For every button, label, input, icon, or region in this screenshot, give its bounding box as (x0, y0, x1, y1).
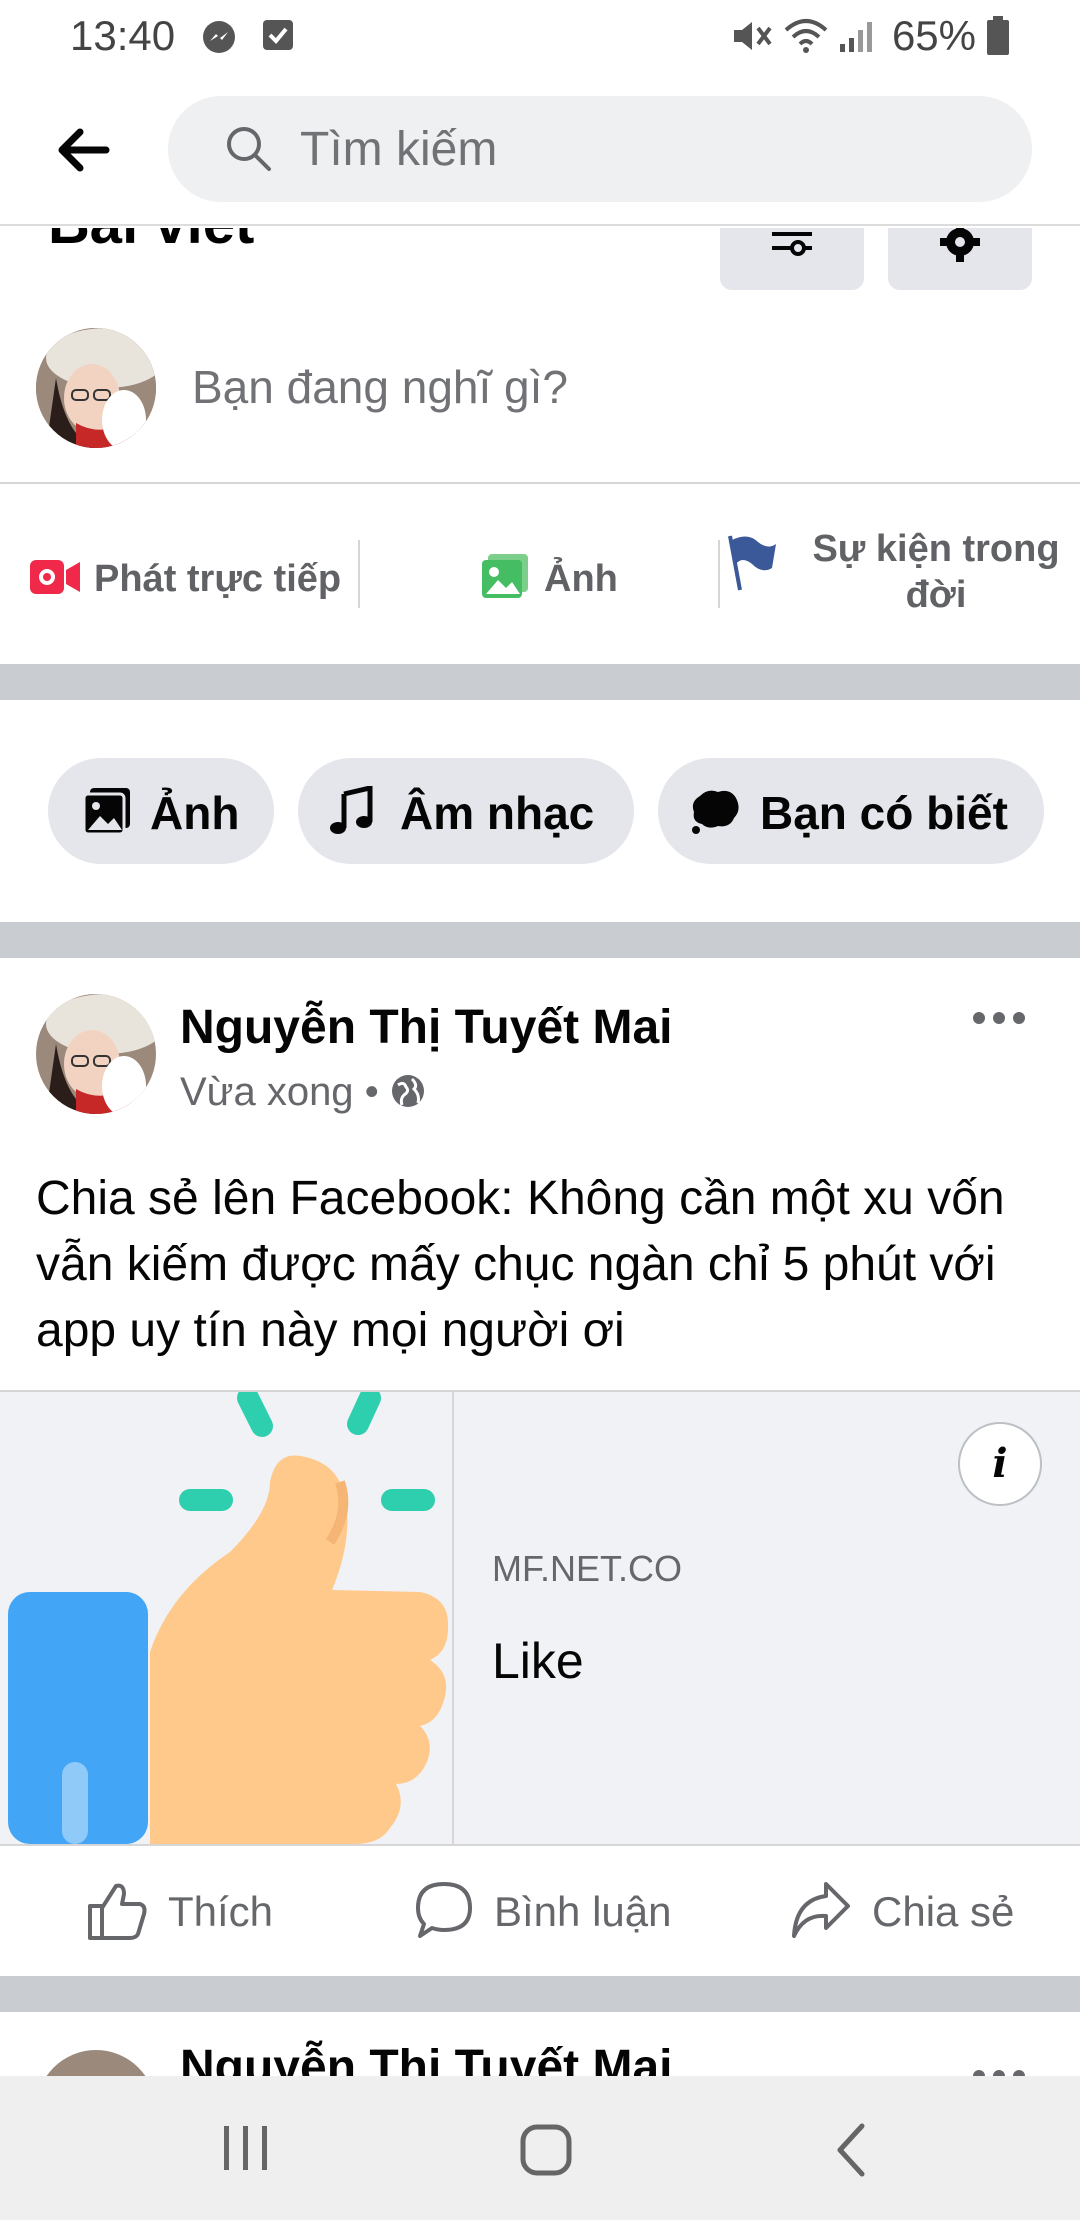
chip-photo[interactable]: Ảnh (48, 758, 274, 864)
next-post[interactable]: Nguyễn Thị Tuyết Mai (0, 2012, 1080, 2076)
filter-button[interactable] (720, 228, 864, 290)
filter-icon (772, 232, 812, 256)
chip-label: Âm nhạc (400, 787, 595, 839)
life-event-label: Sự kiện trong đời (812, 528, 1060, 616)
link-image (0, 1387, 454, 1844)
messenger-icon (203, 21, 235, 53)
like-label: Thích (168, 1888, 274, 1935)
composer-prompt: Bạn đang nghĩ gì? (192, 361, 568, 413)
composer-actions: Phát trực tiếp Ảnh Sự kiện trong đời (0, 486, 1080, 664)
section-divider (0, 922, 1080, 958)
search-icon (227, 127, 271, 171)
post-author-avatar[interactable] (36, 994, 156, 1114)
info-button[interactable]: i (958, 1422, 1042, 1506)
settings-button[interactable] (888, 228, 1032, 290)
mute-icon (734, 22, 772, 50)
speech-bubble-icon (692, 790, 739, 834)
music-icon (330, 786, 373, 834)
status-bar: 13:40 65% (0, 0, 1080, 72)
back-nav-icon[interactable] (830, 2122, 870, 2178)
post-meta: Vừa xong • (180, 1070, 426, 1115)
chip-did-you-know[interactable]: Bạn có biết (658, 758, 1044, 864)
status-time: 13:40 (70, 12, 176, 59)
live-label: Phát trực tiếp (94, 558, 342, 600)
share-button[interactable]: Chia sẻ (790, 1876, 1030, 1946)
comment-label: Bình luận (494, 1888, 672, 1935)
check-box-icon (263, 20, 293, 50)
post-text: Chia sẻ lên Facebook: Không cần một xu v… (36, 1172, 1005, 1357)
link-domain: MF.NET.CO (492, 1548, 683, 1589)
flag-icon (728, 535, 776, 591)
gear-icon (940, 228, 980, 262)
post-author-name[interactable]: Nguyễn Thị Tuyết Mai (180, 1000, 672, 1055)
info-icon: i (992, 1440, 1008, 1487)
section-title: Bài viết (48, 228, 254, 257)
meta-dot: • (364, 1070, 390, 1114)
live-video-icon (30, 560, 80, 594)
avatar[interactable] (36, 328, 156, 448)
divider (358, 540, 360, 608)
wifi-icon (784, 19, 828, 53)
next-post-author: Nguyễn Thị Tuyết Mai (180, 2041, 673, 2076)
post-actions: Thích Bình luận Chia sẻ (0, 1846, 1080, 1976)
comment-button[interactable]: Bình luận (414, 1876, 704, 1946)
more-options-icon[interactable] (972, 2068, 1026, 2076)
next-post-avatar (36, 2050, 156, 2076)
photo-icon (482, 554, 528, 598)
search-placeholder: Tìm kiếm (300, 123, 498, 176)
system-nav-bar (0, 2076, 1080, 2220)
recent-apps-icon[interactable] (220, 2122, 272, 2174)
photo-label: Ảnh (544, 558, 618, 600)
thumbs-up-icon (8, 1387, 449, 1844)
home-icon[interactable] (518, 2122, 574, 2178)
search-input[interactable]: Tìm kiếm (168, 96, 1032, 202)
photo-button[interactable]: Ảnh (482, 546, 622, 606)
comment-icon (416, 1882, 472, 1938)
chip-music[interactable]: Âm nhạc (298, 758, 634, 864)
globe-icon (391, 1075, 424, 1107)
photo-icon (84, 788, 130, 836)
signal-icon (840, 22, 872, 52)
chip-label: Ảnh (150, 787, 240, 839)
divider (718, 540, 720, 608)
post-time: Vừa xong (180, 1070, 354, 1114)
share-label: Chia sẻ (872, 1888, 1015, 1935)
search-header: Tìm kiếm (0, 72, 1080, 226)
live-button[interactable]: Phát trực tiếp (30, 546, 360, 606)
more-options-icon[interactable] (972, 1010, 1026, 1026)
link-preview[interactable]: MF.NET.CO Like i (0, 1387, 1080, 1846)
battery-icon (987, 16, 1009, 55)
like-button[interactable]: Thích (86, 1876, 316, 1946)
section-divider (0, 664, 1080, 700)
back-arrow-icon[interactable] (54, 126, 110, 174)
battery-percent: 65% (891, 12, 976, 59)
section-divider (0, 1976, 1080, 2012)
section-header: Bài viết (0, 228, 1080, 308)
life-event-button[interactable]: Sự kiện trong đời (724, 526, 1074, 636)
thumbs-up-outline-icon (88, 1883, 147, 1940)
post-composer[interactable]: Bạn đang nghĩ gì? (0, 310, 1080, 484)
chip-label: Bạn có biết (760, 787, 1008, 839)
link-title: Like (492, 1633, 584, 1689)
share-icon (792, 1882, 850, 1938)
